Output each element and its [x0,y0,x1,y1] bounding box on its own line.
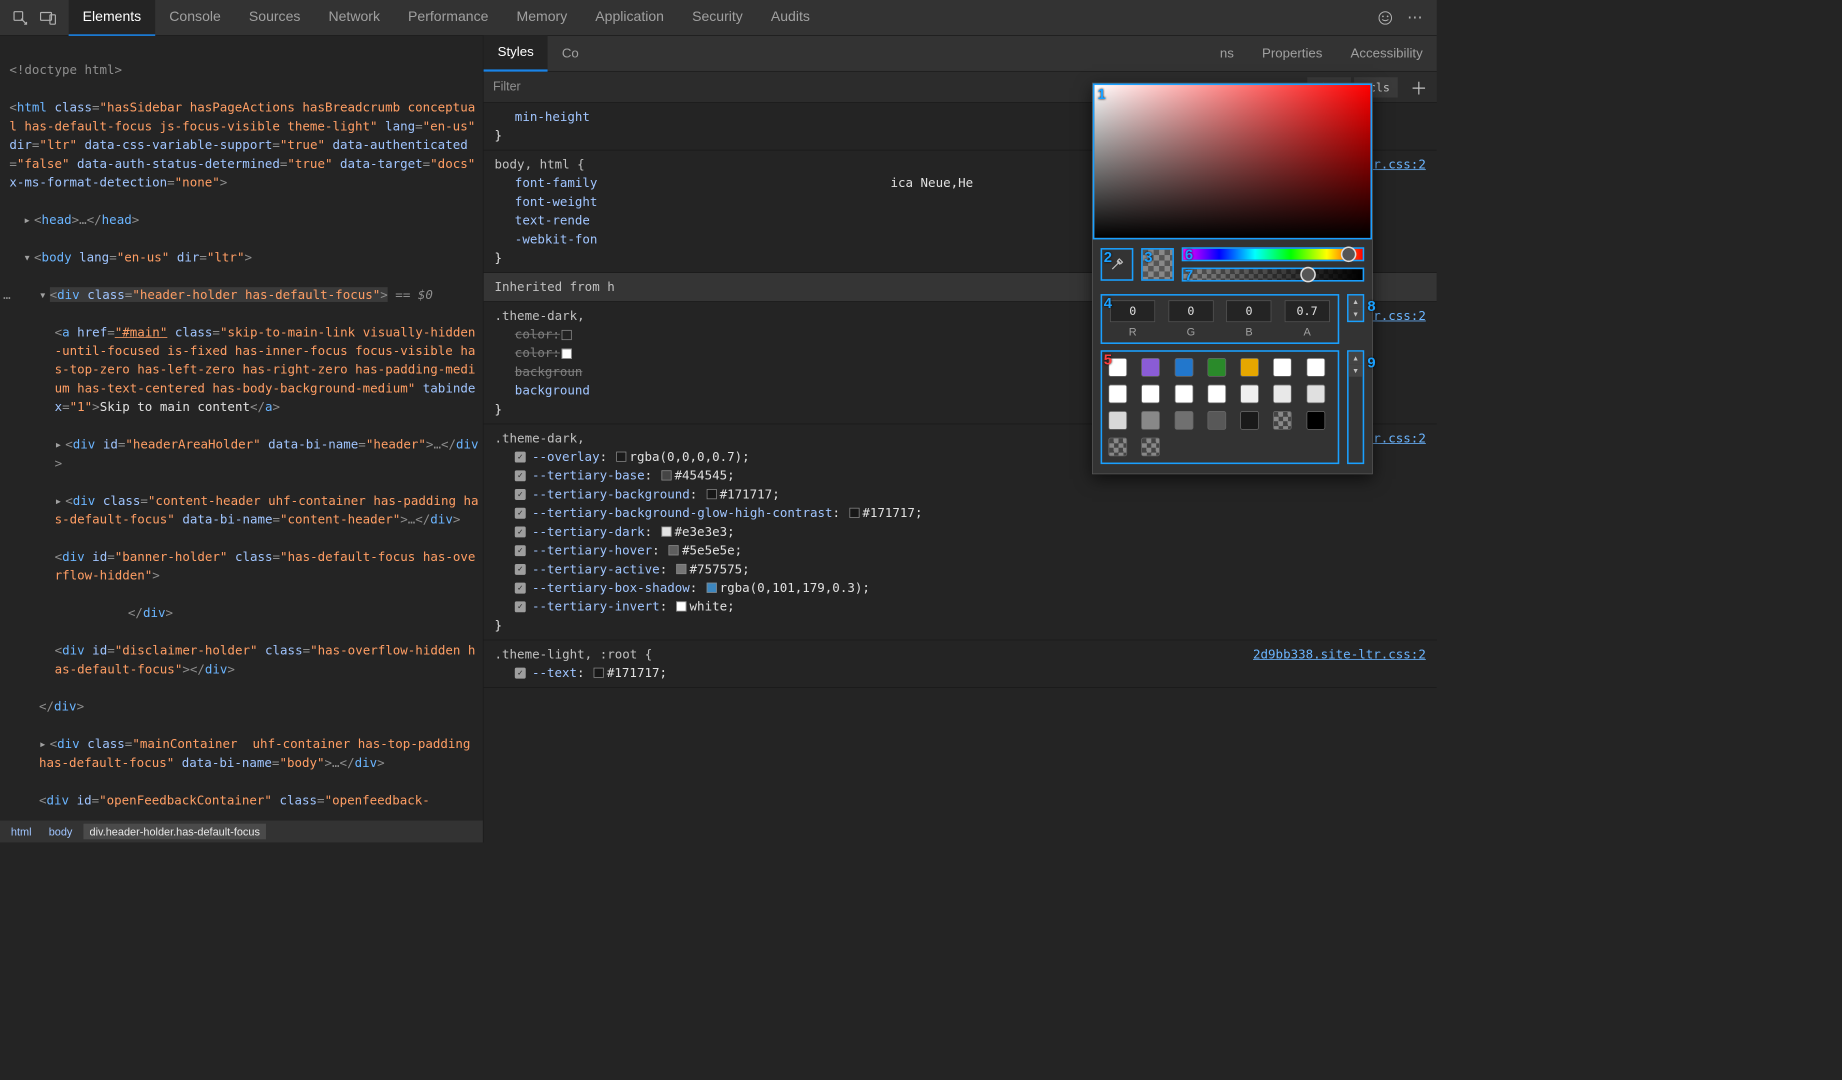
a-input[interactable] [1284,300,1329,322]
b-input[interactable] [1226,300,1271,322]
palette-stepper[interactable]: 9 ▲▼ [1347,350,1364,464]
styles-pane: Styles Co ns Properties Accessibility :h… [484,36,1437,843]
dom-tree[interactable]: <!doctype html> <html class="hasSidebar … [0,36,483,821]
elements-pane: <!doctype html> <html class="hasSidebar … [0,36,484,843]
palette-swatch[interactable] [1306,385,1325,404]
palette-swatch[interactable] [1240,411,1259,430]
source-link[interactable]: 2d9bb338.site-ltr.css:2 [1253,645,1426,664]
tab-sources[interactable]: Sources [235,0,315,36]
palette-swatch[interactable] [1240,385,1259,404]
rule-block: .theme-light, :root { 2d9bb338.site-ltr.… [484,640,1437,688]
callout-4: 4 [1104,296,1112,313]
callout-8: 8 [1367,299,1375,316]
callout-7: 7 [1185,268,1193,285]
prop-checkbox[interactable]: ✓ [515,470,526,481]
stab-computed[interactable]: Co [548,36,593,70]
tab-performance[interactable]: Performance [394,0,502,36]
palette-swatch[interactable] [1174,358,1193,377]
palette-swatch[interactable] [1207,385,1226,404]
color-picker: 1 2 3 6 7 [1092,83,1373,475]
hue-slider[interactable]: 6 [1182,247,1365,261]
r-input[interactable] [1110,300,1155,322]
palette-swatch[interactable] [1141,438,1160,457]
format-stepper[interactable]: 8 ▲▼ [1347,294,1364,322]
g-input[interactable] [1168,300,1213,322]
palette-swatch[interactable] [1174,411,1193,430]
palette-swatch[interactable] [1273,385,1292,404]
alpha-slider[interactable]: 7 [1182,268,1365,282]
prop-checkbox[interactable]: ✓ [515,583,526,594]
crumb-html[interactable]: html [5,824,38,840]
palette-swatch[interactable] [1108,411,1127,430]
inspect-icon[interactable] [6,4,34,32]
spectrum-area[interactable]: 1 [1093,83,1372,239]
prop-checkbox[interactable]: ✓ [515,601,526,612]
prop-checkbox[interactable]: ✓ [515,489,526,500]
callout-2: 2 [1104,250,1112,267]
palette-swatch[interactable] [1108,438,1127,457]
palette-swatch[interactable] [1141,358,1160,377]
device-toolbar-icon[interactable] [34,4,62,32]
palette-swatch[interactable] [1306,411,1325,430]
palette-swatch[interactable] [1273,411,1292,430]
tab-audits[interactable]: Audits [757,0,824,36]
palette-swatch[interactable] [1306,358,1325,377]
prop-checkbox[interactable]: ✓ [515,452,526,463]
doctype: <!doctype html> [9,62,122,77]
stab-properties[interactable]: Properties [1248,36,1337,70]
prop-checkbox[interactable]: ✓ [515,508,526,519]
current-color-sample: 3 [1141,248,1174,281]
palette-swatch[interactable] [1240,358,1259,377]
breadcrumb: html body div.header-holder.has-default-… [0,821,483,843]
stab-breakpoints[interactable]: ns [1206,36,1248,70]
callout-1: 1 [1097,87,1105,104]
palette-swatch[interactable] [1141,411,1160,430]
panel-tabs: Elements Console Sources Network Perform… [69,0,824,36]
tab-memory[interactable]: Memory [502,0,581,36]
callout-9: 9 [1367,355,1375,372]
palette-swatch[interactable] [1207,358,1226,377]
callout-3: 3 [1144,250,1152,267]
palette-swatch[interactable] [1174,385,1193,404]
crumb-body[interactable]: body [42,824,78,840]
palette-swatches: 5 [1101,350,1340,464]
rgba-fields: 4 R G B A [1101,294,1340,344]
tab-elements[interactable]: Elements [69,0,156,36]
prop-checkbox[interactable]: ✓ [515,564,526,575]
devtools-topbar: Elements Console Sources Network Perform… [0,0,1437,36]
tab-security[interactable]: Security [678,0,757,36]
palette-swatch[interactable] [1273,358,1292,377]
palette-swatch[interactable] [1141,385,1160,404]
main-split: <!doctype html> <html class="hasSidebar … [0,36,1437,843]
callout-6: 6 [1185,247,1193,264]
crumb-div[interactable]: div.header-holder.has-default-focus [83,824,266,840]
tab-application[interactable]: Application [581,0,678,36]
callout-5: 5 [1104,352,1112,369]
palette-swatch[interactable] [1108,385,1127,404]
tab-network[interactable]: Network [314,0,394,36]
prop-checkbox[interactable]: ✓ [515,545,526,556]
more-icon[interactable]: ⋯ [1399,8,1430,28]
eyedropper-button[interactable]: 2 [1101,248,1134,281]
feedback-icon[interactable] [1371,4,1399,32]
palette-swatch[interactable] [1207,411,1226,430]
stab-styles[interactable]: Styles [484,35,548,72]
tab-console[interactable]: Console [155,0,235,36]
stab-accessibility[interactable]: Accessibility [1336,36,1436,70]
styles-tabs: Styles Co ns Properties Accessibility [484,36,1437,72]
prop-checkbox[interactable]: ✓ [515,527,526,538]
new-rule-icon[interactable]: ＋ [1401,74,1437,99]
